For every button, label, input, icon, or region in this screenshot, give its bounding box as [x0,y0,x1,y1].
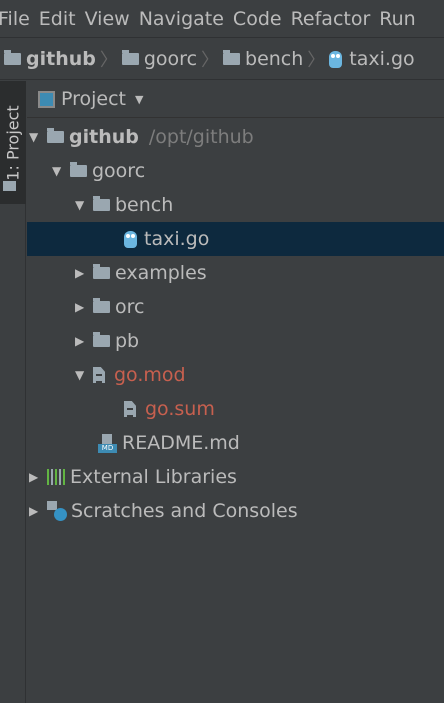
folder-icon [121,50,139,65]
tree-item-scratches[interactable]: ▶ Scratches and Consoles [27,494,444,528]
library-icon [47,469,65,485]
chevron-right-icon: 〉 [99,50,118,71]
tree-item-label: External Libraries [70,466,237,488]
folder-icon [47,128,64,143]
menu-refactor[interactable]: Refactor [291,8,371,30]
tree-item-label: go.mod [114,364,186,386]
tree-item-label: goorc [92,160,146,182]
text-file-icon [124,401,136,417]
collapsed-arrow-icon[interactable]: ▶ [29,470,47,484]
breadcrumb-label: bench [245,48,304,70]
folder-icon [70,162,87,177]
expanded-arrow-icon[interactable]: ▼ [75,368,93,382]
expanded-arrow-icon[interactable]: ▼ [52,164,70,178]
breadcrumb-taxi-go[interactable]: taxi.go [329,48,415,70]
tree-item-label: orc [115,296,145,318]
collapsed-arrow-icon[interactable]: ▶ [75,300,93,314]
scratches-icon [47,501,67,521]
chevron-down-icon[interactable]: ▼ [135,93,143,106]
menu-navigate[interactable]: Navigate [139,8,224,30]
tree-item-label: Scratches and Consoles [71,500,298,522]
markdown-file-icon [98,433,117,453]
tree-item-go-mod[interactable]: ▼ go.mod [27,358,444,392]
tree-item-github[interactable]: ▼ github/opt/github [27,120,444,154]
project-icon [38,90,55,108]
tree-item-label: go.sum [145,398,215,420]
project-tool-window-tab[interactable]: 1: Project [0,81,26,204]
expanded-arrow-icon[interactable]: ▼ [75,198,93,212]
collapsed-arrow-icon[interactable]: ▶ [75,266,93,280]
tree-item-examples[interactable]: ▶ examples [27,256,444,290]
expanded-arrow-icon[interactable]: ▼ [29,130,47,144]
tool-window-tab-label: 1: Project [3,105,23,181]
folder-icon [93,298,110,313]
breadcrumb-label: github [26,48,96,70]
folder-icon [223,50,241,65]
tree-item-label: examples [115,262,207,284]
menu-file[interactable]: File [0,8,30,30]
folder-icon [3,181,16,191]
text-file-icon [93,367,105,383]
menu-view[interactable]: View [85,8,130,30]
breadcrumb-label: goorc [143,48,198,70]
tree-item-taxi-go[interactable]: taxi.go [27,222,444,256]
tree-item-label: taxi.go [144,228,210,250]
tree-item-go-sum[interactable]: go.sum [27,392,444,426]
tree-item-pb[interactable]: ▶ pb [27,324,444,358]
tree-item-bench[interactable]: ▼ bench [27,188,444,222]
go-file-icon [124,230,137,248]
menu-bar: File Edit View Navigate Code Refactor Ru… [0,0,444,38]
folder-icon [4,50,21,65]
project-view-selector[interactable]: Project ▼ [27,81,444,118]
tree-item-label: github [69,126,139,148]
go-file-icon [329,50,343,68]
collapsed-arrow-icon[interactable]: ▶ [29,504,47,518]
left-tool-stripe: 1: Project [0,81,26,703]
breadcrumb-github[interactable]: github [4,48,96,70]
breadcrumb-goorc[interactable]: goorc [121,48,198,70]
tree-item-orc[interactable]: ▶ orc [27,290,444,324]
tree-item-readme[interactable]: README.md [27,426,444,460]
menu-edit[interactable]: Edit [39,8,76,30]
panel-title: Project [61,88,127,110]
tree-item-goorc[interactable]: ▼ goorc [27,154,444,188]
breadcrumb-bench[interactable]: bench [223,48,303,70]
chevron-right-icon: 〉 [201,50,220,71]
menu-code[interactable]: Code [233,8,282,30]
folder-icon [93,264,110,279]
breadcrumb-label: taxi.go [349,48,415,70]
collapsed-arrow-icon[interactable]: ▶ [75,334,93,348]
chevron-right-icon: 〉 [307,50,326,71]
folder-icon [93,332,110,347]
breadcrumb: github 〉 goorc 〉 bench 〉 taxi.go [0,39,444,80]
menu-run[interactable]: Run [379,8,415,30]
tree-item-label: bench [115,194,174,216]
tree-item-label: pb [115,330,140,352]
tree-item-external-libraries[interactable]: ▶ External Libraries [27,460,444,494]
folder-icon [93,196,110,211]
tree-item-label: README.md [122,432,240,454]
tree-item-path: /opt/github [148,126,254,148]
